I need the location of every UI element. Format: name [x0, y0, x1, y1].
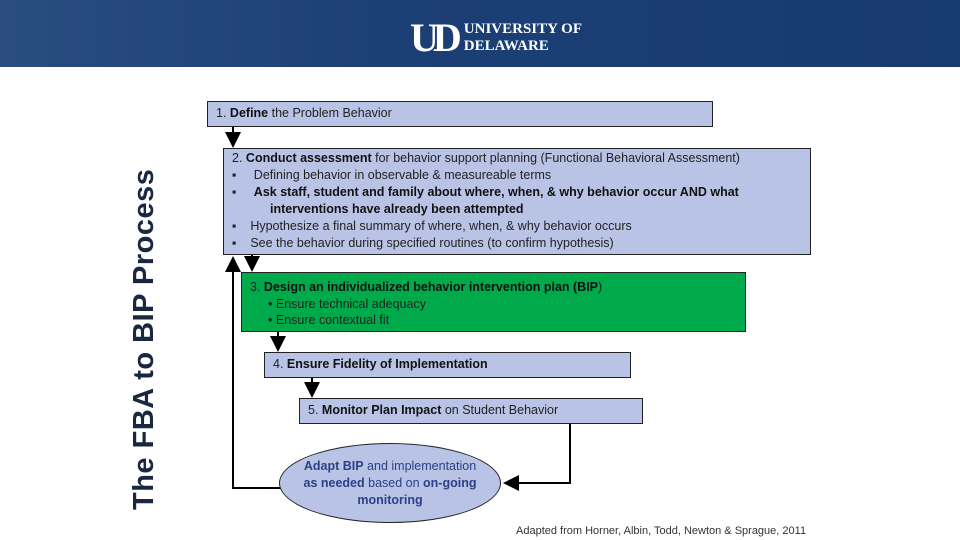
- bullet: ▪ Defining behavior in observable & meas…: [232, 168, 552, 182]
- step-4-box: 4. Ensure Fidelity of Implementation: [264, 352, 631, 378]
- bullet: ▪ See the behavior during specified rout…: [232, 236, 614, 250]
- step-5-box: 5. Monitor Plan Impact on Student Behavi…: [299, 398, 643, 424]
- adapt-bip-ellipse: Adapt BIP and implementation as needed b…: [279, 443, 501, 523]
- bullet: ▪ Hypothesize a final summary of where, …: [232, 219, 632, 233]
- step-3-box: 3. Design an individualized behavior int…: [241, 272, 746, 332]
- bullet: ▪ Ask staff, student and family about wh…: [232, 185, 739, 216]
- arrow-5-adapt: [503, 423, 571, 491]
- step-1-box: 1. Define the Problem Behavior: [207, 101, 713, 127]
- step-2-box: 2. Conduct assessment for behavior suppo…: [223, 148, 811, 255]
- citation: Adapted from Horner, Albin, Todd, Newton…: [516, 525, 807, 537]
